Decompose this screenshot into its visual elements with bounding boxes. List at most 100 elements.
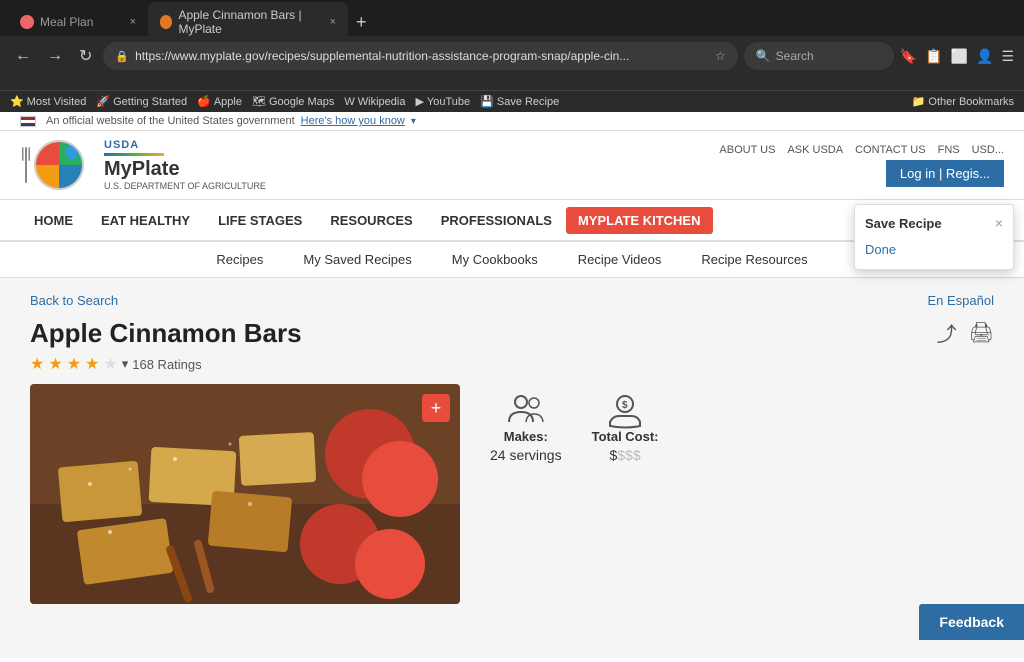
star-3: ★ — [67, 354, 81, 374]
dept-label: U.S. DEPARTMENT OF AGRICULTURE — [104, 181, 266, 191]
windows-icon[interactable]: ⬜ — [951, 48, 968, 65]
makes-label: Makes: — [504, 429, 548, 444]
browser-search-text: Search — [776, 49, 814, 63]
new-tab-button[interactable]: + — [356, 12, 367, 33]
forward-button[interactable]: → — [42, 45, 68, 67]
us-flag-icon — [20, 116, 36, 127]
bookmark-most-visited[interactable]: ⭐ Most Visited — [10, 95, 86, 108]
rating-count: 168 Ratings — [132, 357, 201, 372]
fork-icon — [20, 147, 32, 183]
tab-favicon-2 — [160, 15, 172, 29]
tab-favicon-1 — [20, 15, 34, 29]
main-content: Back to Search En Español Apple Cinnamon… — [0, 278, 1024, 658]
myplate-circle-icon — [34, 140, 84, 190]
makes-block: Makes: 24 servings — [490, 394, 562, 463]
makes-value: 24 servings — [490, 447, 562, 463]
subnav-recipe-resources[interactable]: Recipe Resources — [701, 252, 807, 267]
official-bar-text: An official website of the United States… — [46, 115, 295, 127]
about-us-link[interactable]: ABOUT US — [719, 144, 775, 156]
popup-header: Save Recipe × — [865, 215, 1003, 231]
recipe-info: Makes: 24 servings $ Total Cost: $$$$ — [490, 384, 994, 604]
tab-meal-plan[interactable]: Meal Plan × — [8, 9, 148, 35]
nav-professionals[interactable]: PROFESSIONALS — [427, 203, 566, 238]
fork-plate-logo — [20, 140, 94, 190]
top-links-row: Back to Search En Español — [30, 293, 994, 308]
bookmark-icon[interactable]: 🔖 — [900, 48, 917, 65]
logo-area: USDA MyPlate U.S. DEPARTMENT OF AGRICULT… — [20, 139, 266, 191]
contact-us-link[interactable]: CONTACT US — [855, 144, 926, 156]
address-text: https://www.myplate.gov/recipes/suppleme… — [135, 49, 709, 63]
star-5: ★ — [103, 354, 117, 374]
star-icon[interactable]: ☆ — [715, 49, 726, 63]
menu-icon[interactable]: ☰ — [1001, 48, 1014, 65]
nav-resources[interactable]: RESOURCES — [316, 203, 426, 238]
nav-myplate-kitchen[interactable]: MYPLATE KITCHEN — [566, 207, 713, 234]
star-1: ★ — [30, 354, 44, 374]
back-button[interactable]: ← — [10, 45, 36, 67]
add-to-cookbook-button[interactable]: + — [422, 394, 450, 422]
recipe-header: Apple Cinnamon Bars ⤴ 🖨 — [30, 318, 994, 349]
bookmark-wikipedia[interactable]: W Wikipedia — [344, 96, 405, 108]
back-to-search-link[interactable]: Back to Search — [30, 293, 118, 308]
bookmark-google-maps[interactable]: 🗺 Google Maps — [252, 95, 334, 108]
nav-home[interactable]: HOME — [20, 203, 87, 238]
food-visual — [30, 384, 460, 604]
recipe-image: + — [30, 384, 460, 604]
tab-label-1: Meal Plan — [40, 15, 93, 29]
recipe-title: Apple Cinnamon Bars — [30, 318, 302, 349]
bookmarks-bar: ⭐ Most Visited 🚀 Getting Started 🍎 Apple… — [0, 90, 1024, 112]
subnav-saved-recipes[interactable]: My Saved Recipes — [303, 252, 411, 267]
usda-badge: USDA MyPlate U.S. DEPARTMENT OF AGRICULT… — [104, 139, 266, 191]
usda-label: USDA — [104, 139, 139, 151]
feedback-button[interactable]: Feedback — [919, 604, 1024, 640]
popup-close-button[interactable]: × — [995, 215, 1003, 231]
recipe-actions: ⤴ 🖨 — [937, 318, 994, 347]
tab-myplate[interactable]: Apple Cinnamon Bars | MyPlate × — [148, 2, 348, 42]
en-espanol-link[interactable]: En Español — [928, 293, 995, 308]
browser-search-bar[interactable]: 🔍 Search — [744, 42, 894, 70]
bookmark-apple[interactable]: 🍎 Apple — [197, 95, 242, 108]
bookmark-getting-started[interactable]: 🚀 Getting Started — [96, 95, 187, 108]
star-4: ★ — [85, 354, 99, 374]
rating-dropdown-icon[interactable]: ▾ — [122, 356, 129, 372]
bookmark-youtube[interactable]: ▶ YouTube — [415, 95, 470, 108]
lock-icon: 🔒 — [115, 50, 129, 63]
nav-life-stages[interactable]: LIFE STAGES — [204, 203, 316, 238]
tab-close-2[interactable]: × — [330, 16, 336, 28]
ask-usda-link[interactable]: ASK USDA — [787, 144, 843, 156]
subnav-recipes[interactable]: Recipes — [216, 252, 263, 267]
profile-icon[interactable]: 👤 — [976, 48, 993, 65]
popup-done-button[interactable]: Done — [865, 242, 896, 257]
makes-icon — [506, 394, 546, 429]
history-icon[interactable]: 📋 — [925, 48, 942, 65]
usd-link[interactable]: USD... — [972, 144, 1004, 156]
print-button[interactable]: 🖨 — [969, 320, 994, 345]
address-bar[interactable]: 🔒 https://www.myplate.gov/recipes/supple… — [103, 42, 737, 70]
subnav-cookbooks[interactable]: My Cookbooks — [452, 252, 538, 267]
star-2: ★ — [48, 354, 62, 374]
save-recipe-popup: Save Recipe × Done — [854, 204, 1014, 270]
fns-link[interactable]: FNS — [938, 144, 960, 156]
myplate-brand: MyPlate — [104, 158, 180, 181]
heres-how-link[interactable]: Here's how you know — [301, 115, 405, 127]
header-top-right: ABOUT US ASK USDA CONTACT US FNS USD... … — [719, 144, 1004, 187]
bookmark-other[interactable]: 📁 Other Bookmarks — [912, 95, 1014, 108]
login-button[interactable]: Log in | Regis... — [886, 160, 1004, 187]
tab-label-2: Apple Cinnamon Bars | MyPlate — [178, 8, 329, 36]
popup-title: Save Recipe — [865, 216, 942, 231]
header-top-links: ABOUT US ASK USDA CONTACT US FNS USD... — [719, 144, 1004, 156]
tab-close-1[interactable]: × — [130, 16, 136, 28]
usda-line — [104, 153, 164, 156]
subnav-recipe-videos[interactable]: Recipe Videos — [578, 252, 662, 267]
dropdown-chevron-icon: ▾ — [411, 116, 416, 127]
share-button[interactable]: ⤴ — [937, 318, 957, 347]
bookmark-save-recipe[interactable]: 💾 Save Recipe — [480, 95, 559, 108]
rating-row: ★ ★ ★ ★ ★ ▾ 168 Ratings — [30, 354, 994, 374]
site-header: USDA MyPlate U.S. DEPARTMENT OF AGRICULT… — [0, 131, 1024, 200]
nav-eat-healthy[interactable]: EAT HEALTHY — [87, 203, 204, 238]
browser-search-icon: 🔍 — [756, 49, 771, 63]
page-content: An official website of the United States… — [0, 112, 1024, 662]
refresh-button[interactable]: ↻ — [74, 44, 97, 68]
cost-icon: $ — [605, 394, 645, 429]
cost-value: $$$$ — [609, 447, 640, 463]
